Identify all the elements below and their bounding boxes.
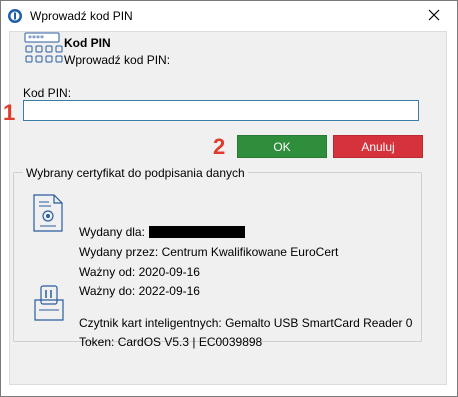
annotation-marker-1: 1 <box>3 100 16 125</box>
cancel-button[interactable]: Anuluj <box>333 135 423 158</box>
token-value: Token: CardOS V5.3 | EC0039898 <box>79 335 263 349</box>
ok-button[interactable]: OK <box>237 135 327 158</box>
close-button[interactable] <box>411 1 457 31</box>
window-title: Wprowadź kod PIN <box>30 9 133 23</box>
issued-to-label: Wydany dla: <box>79 225 145 239</box>
header-subtitle: Wprowadź kod PIN: <box>64 53 171 67</box>
valid-to-value: Ważny do: 2022-09-16 <box>79 284 200 298</box>
pin-keypad-icon: **** <box>24 32 66 66</box>
app-icon <box>7 8 23 24</box>
card-reader-icon <box>33 284 67 324</box>
title-bar: Wprowadź kod PIN <box>1 1 457 31</box>
close-icon <box>428 9 440 24</box>
pin-field-label: Kod PIN: <box>23 86 72 100</box>
annotation-marker-2: 2 <box>213 134 226 159</box>
certificate-icon <box>31 193 65 233</box>
valid-from-value: Ważny od: 2020-09-16 <box>79 265 200 279</box>
issued-by-value: Wydany przez: Centrum Kwalifikowane Euro… <box>79 245 339 259</box>
pin-input[interactable] <box>23 100 419 121</box>
card-reader-value: Czytnik kart inteligentnych: Gemalto USB… <box>79 316 413 330</box>
issued-to-row: Wydany dla: <box>79 225 245 239</box>
svg-text:****: **** <box>28 34 44 43</box>
issued-to-redacted <box>148 226 245 238</box>
certificate-group-legend: Wybrany certyfikat do podpisania danych <box>23 166 248 180</box>
header-title: Kod PIN <box>64 36 111 50</box>
